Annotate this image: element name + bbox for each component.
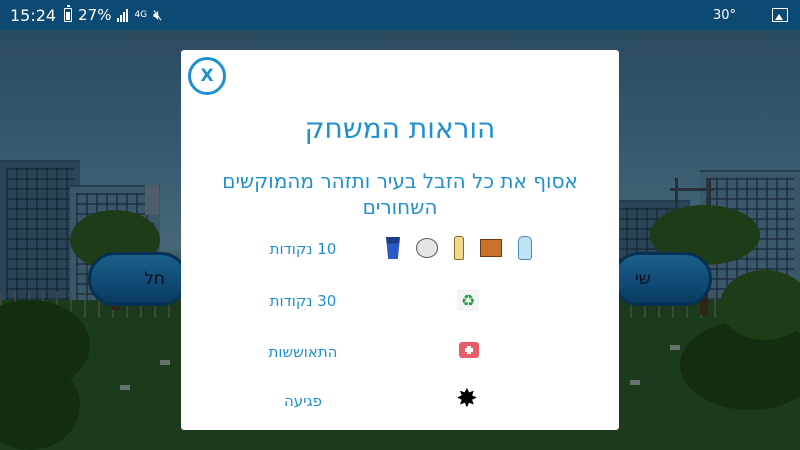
- status-bar: 15:24 27% 4G 🔇︎ 30°: [0, 0, 800, 30]
- row-icons-recovery: [459, 342, 479, 358]
- close-icon: X: [200, 66, 214, 86]
- cardboard-box-icon: [480, 239, 502, 257]
- row-label-10-points: 10 נקודות: [269, 240, 337, 258]
- image-icon: [772, 8, 788, 22]
- network-4g-icon: 4G: [134, 10, 148, 20]
- first-aid-kit-icon: [459, 342, 479, 358]
- signal-icon: [117, 8, 129, 22]
- close-button[interactable]: X: [188, 57, 226, 95]
- recycle-icon: ♻: [457, 289, 479, 311]
- modal-subtitle: אסוף את כל הזבל בעיר ותזהר מהמוקשים השחו…: [222, 169, 578, 219]
- crumpled-paper-icon: [416, 238, 438, 258]
- row-label-recovery: התאוששות: [268, 343, 338, 361]
- battery-icon: [64, 5, 73, 22]
- network-type: 4G: [134, 10, 148, 20]
- water-bottle-icon: [518, 236, 532, 260]
- black-mine-icon: ✸: [456, 384, 478, 414]
- glass-bottle-icon: [454, 236, 464, 260]
- temperature: 30°: [712, 7, 736, 23]
- row-label-hit: פגיעה: [283, 392, 323, 410]
- row-icons-hit: ✸: [456, 386, 478, 412]
- cup-icon: [386, 237, 400, 259]
- row-icons-10-points: [386, 236, 532, 260]
- instructions-modal: X הוראות המשחק אסוף את כל הזבל בעיר ותזה…: [181, 50, 619, 430]
- row-label-30-points: 30 נקודות: [269, 292, 337, 310]
- battery-percent: 27%: [78, 6, 112, 24]
- row-icons-30-points: ♻: [457, 289, 479, 311]
- mute-icon: 🔇︎: [153, 6, 163, 24]
- modal-title: הוראות המשחק: [304, 112, 496, 145]
- status-time: 15:24: [10, 5, 57, 25]
